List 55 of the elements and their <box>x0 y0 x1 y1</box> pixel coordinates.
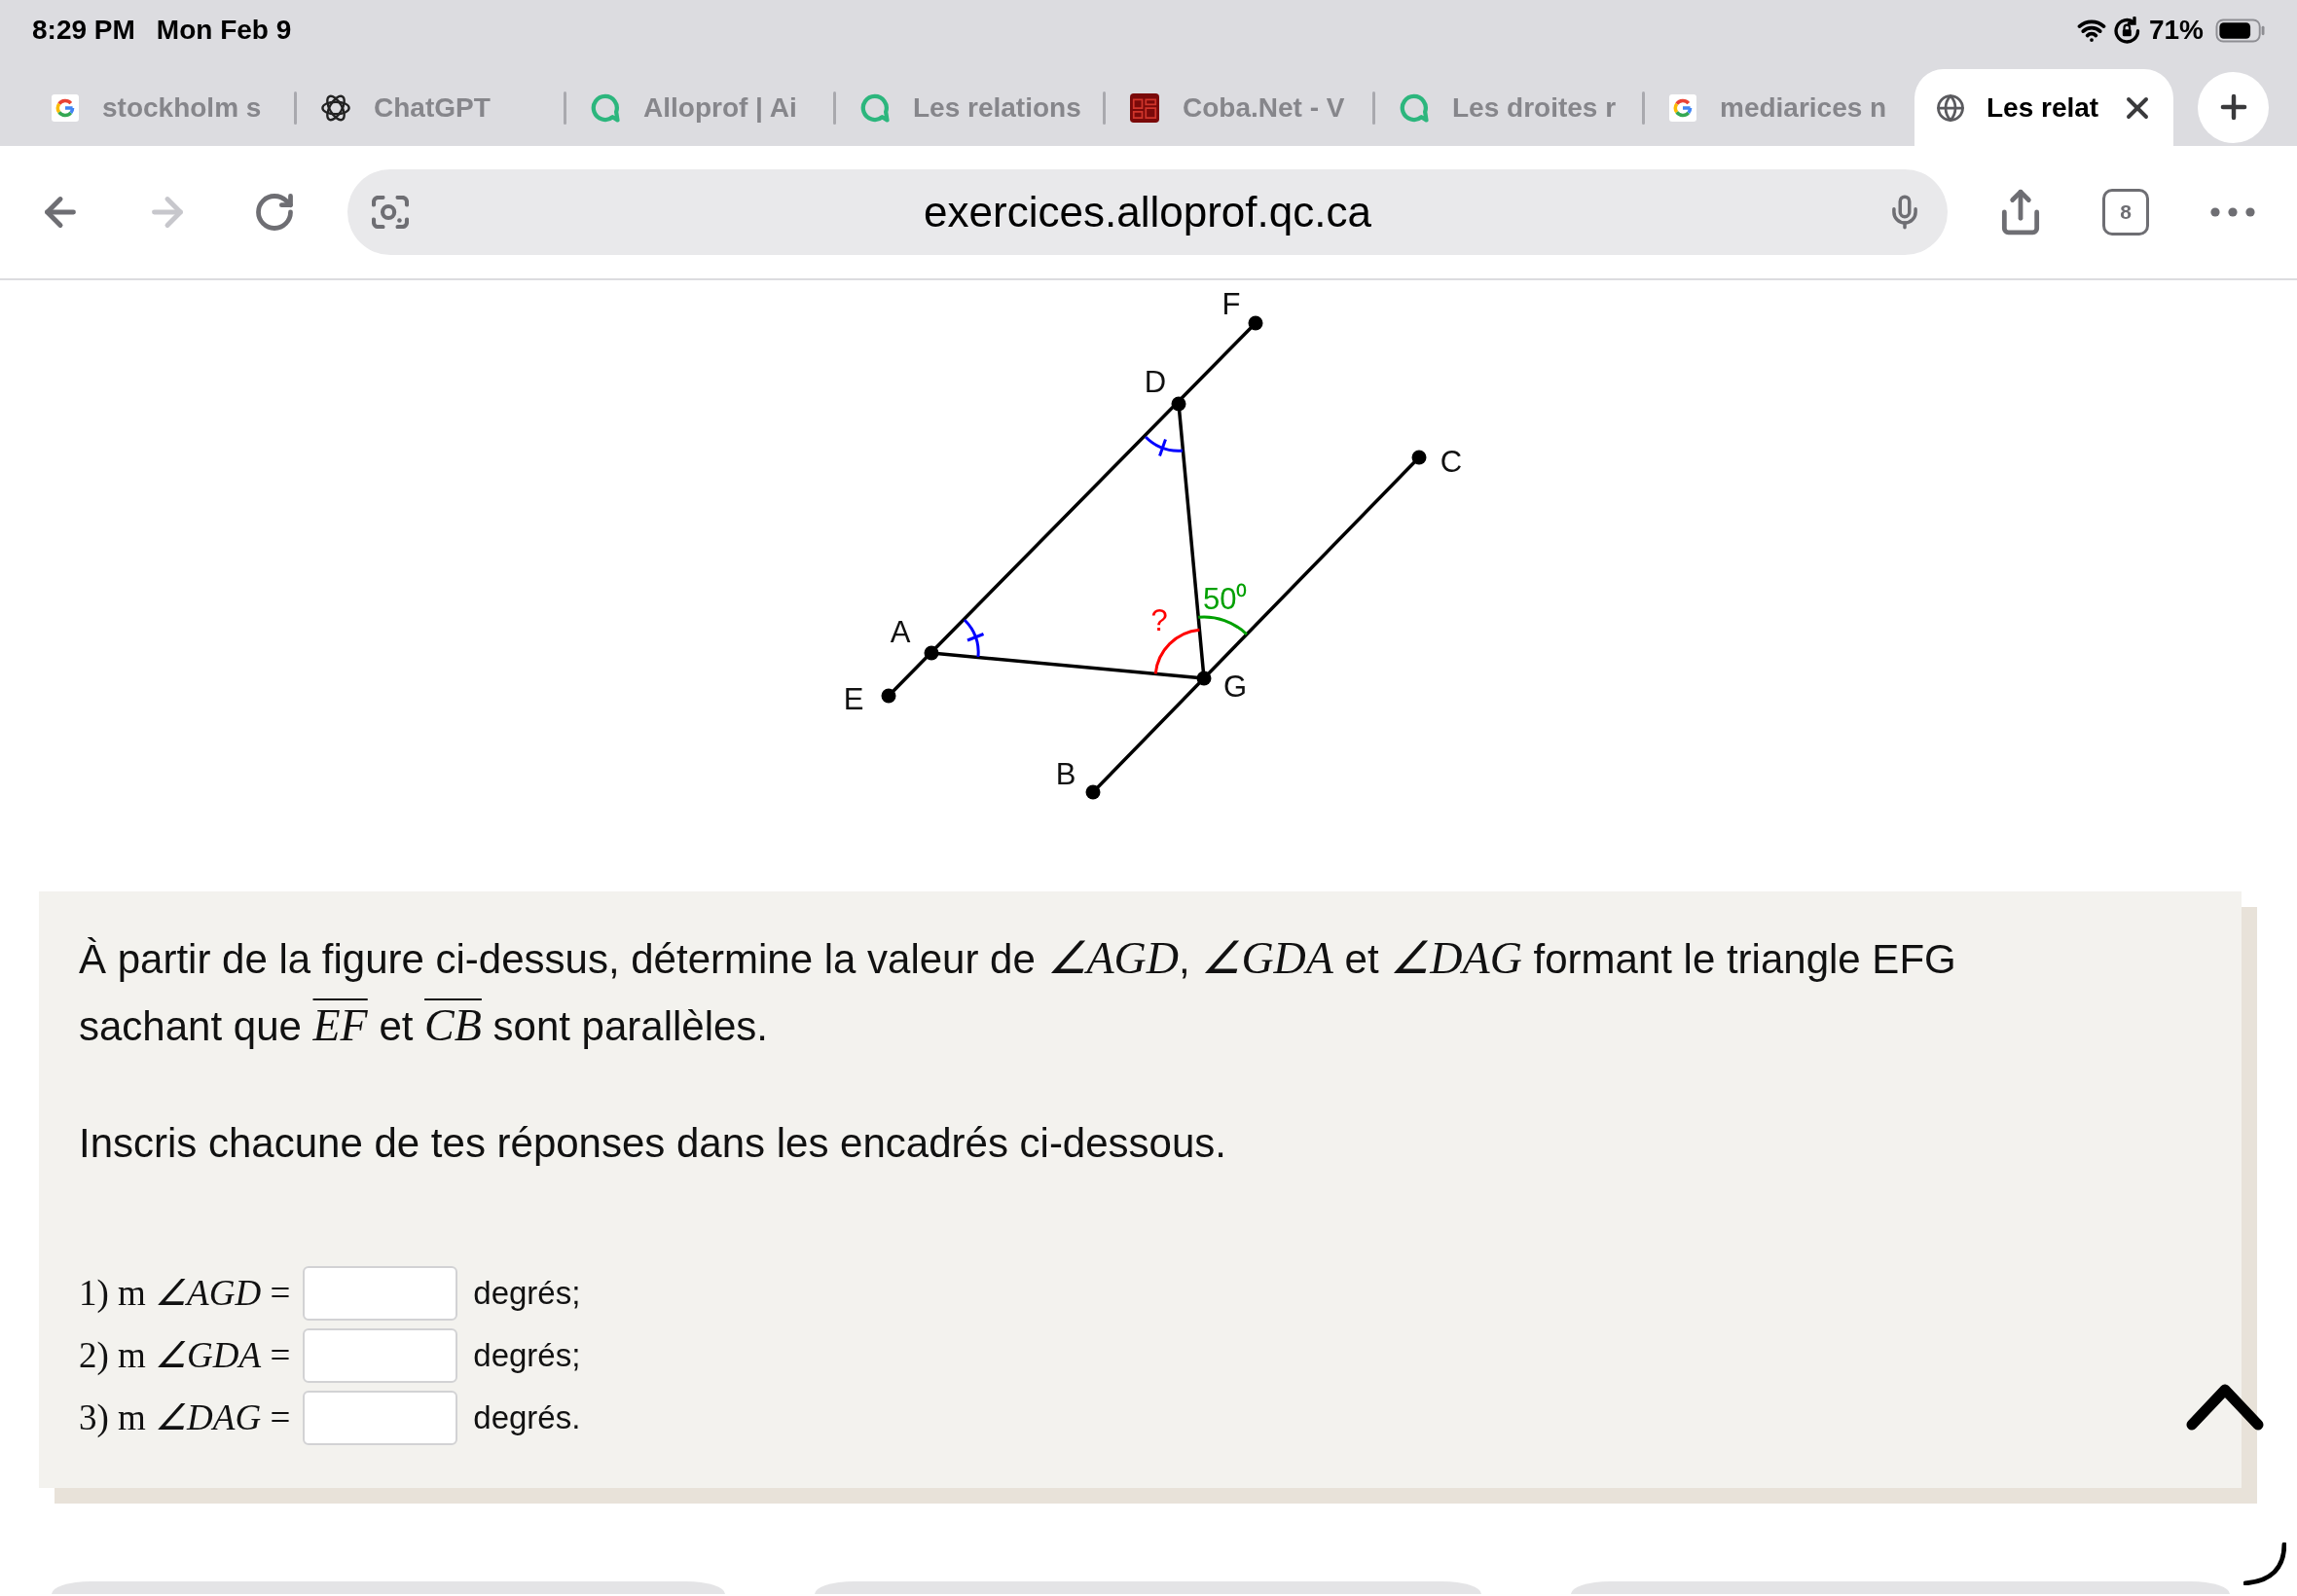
equation-label: 3) m ∠DAG = <box>79 1396 291 1440</box>
arc-icon <box>2243 1542 2286 1585</box>
battery-percent: 71% <box>2148 14 2204 47</box>
browser-tab[interactable]: ChatGPT <box>297 69 564 146</box>
point-dot <box>1248 315 1263 331</box>
unit-text: degrés; <box>473 1274 581 1314</box>
answer-field[interactable] <box>303 1391 458 1445</box>
status-date: Mon Feb 9 <box>156 14 292 47</box>
point-label: E <box>843 682 864 716</box>
angle-label: ? <box>1150 603 1168 637</box>
browser-tab[interactable]: Les droites r <box>1375 69 1642 146</box>
point-dot <box>1171 396 1186 412</box>
status-time: 8:29 PM <box>32 14 135 47</box>
instruction-text: Inscris chacune de tes réponses dans les encadrés ci-dessous. <box>79 1119 1227 1168</box>
point-dot <box>1085 784 1101 800</box>
tab-count-button[interactable]: 8 <box>2102 189 2149 236</box>
point-dot <box>924 645 939 661</box>
point-dot <box>1196 671 1212 686</box>
browser-tab[interactable]: mediarices n <box>1645 69 1912 146</box>
point-label: F <box>1221 287 1241 321</box>
speech-bubble-icon <box>1400 92 1429 123</box>
answer-field[interactable] <box>303 1328 458 1383</box>
speech-bubble-icon <box>860 92 890 123</box>
browser-tab[interactable]: Les relat <box>1914 69 2173 146</box>
reload-icon <box>253 191 296 234</box>
browser-tab[interactable]: Alloprof | Ai <box>566 69 833 146</box>
point-label: B <box>1055 757 1076 791</box>
tile-icon <box>1130 92 1159 123</box>
battery-icon <box>2215 18 2266 43</box>
browser-tab[interactable]: Coba.Net - V <box>1106 69 1372 146</box>
rotation-lock-icon <box>2113 17 2141 44</box>
question-text: À partir de la figure ci-dessus, détermine la valeur de ∠AGD, ∠GDA et ∠DAG formant le triangle EFG sachant que EF et CB sont parallèles. <box>79 932 1957 1052</box>
angle-label: 50⁰ <box>1203 582 1248 616</box>
point-label: D <box>1144 365 1167 399</box>
unit-text: degrés; <box>473 1336 581 1376</box>
equation-label: 1) m ∠AGD = <box>79 1272 291 1316</box>
point-dot <box>1411 450 1427 465</box>
atom-icon <box>321 92 350 123</box>
point-label: G <box>1222 670 1248 704</box>
speech-bubble-icon <box>591 92 620 123</box>
globe-icon <box>1936 92 1965 123</box>
point-dot <box>881 688 896 704</box>
equation-label: 2) m ∠GDA = <box>79 1334 291 1378</box>
scan-camera-icon <box>372 196 409 229</box>
browser-tab[interactable]: stockholm s <box>27 69 294 146</box>
point-label: C <box>1440 445 1463 479</box>
answer-field[interactable] <box>303 1266 458 1321</box>
g-logo-icon <box>1669 93 1696 122</box>
more-dots-icon <box>2210 207 2255 217</box>
point-label: A <box>890 615 911 649</box>
address-bar[interactable]: exercices.alloprof.qc.ca <box>347 169 1948 255</box>
url-text: exercices.alloprof.qc.ca <box>923 187 1372 237</box>
unit-text: degrés. <box>473 1398 581 1438</box>
g-logo-icon <box>52 93 79 122</box>
browser-tab[interactable]: Les relations <box>836 69 1103 146</box>
